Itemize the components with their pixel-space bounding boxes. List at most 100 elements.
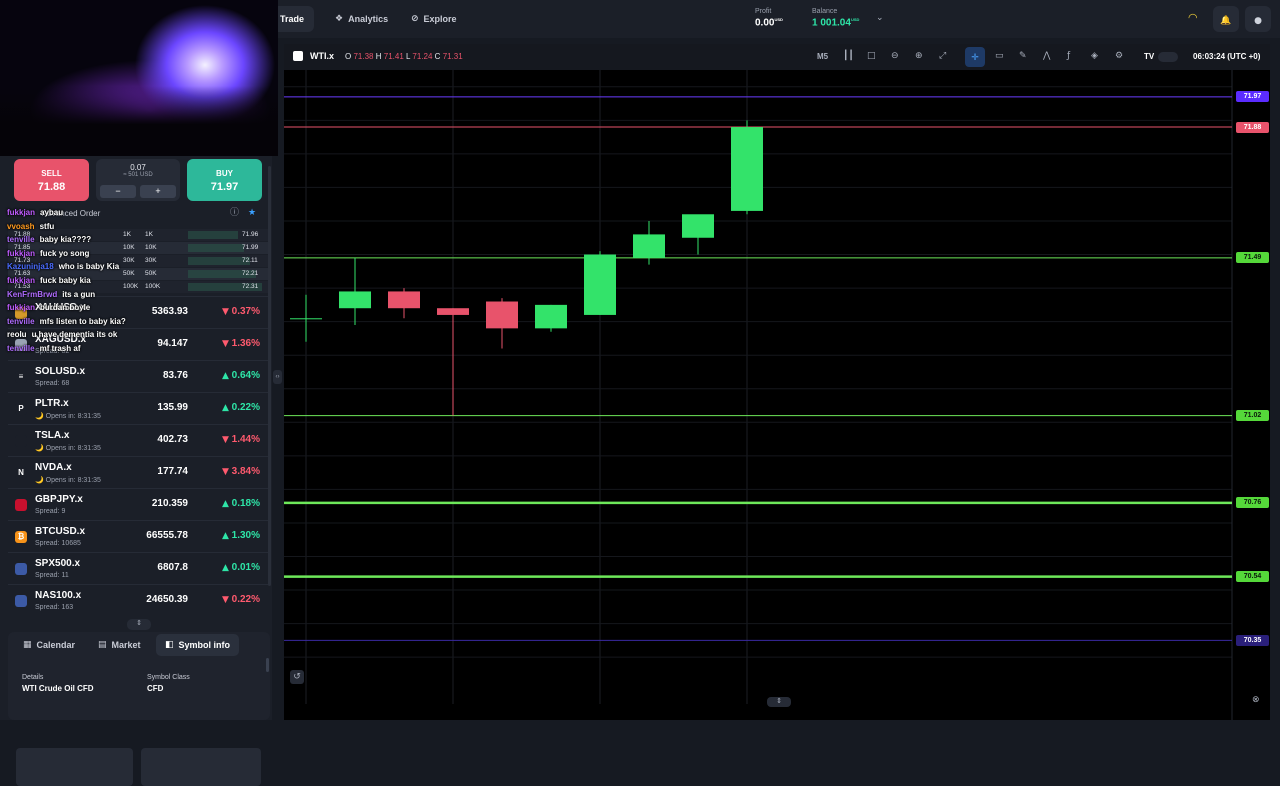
wifi-signal-icon: ◠ (1188, 11, 1198, 24)
buy-button[interactable]: BUY 71.97 (187, 159, 262, 201)
pencil-icon[interactable]: ✎ (1019, 52, 1027, 61)
chat-message: fukkjan fuck yo song (7, 249, 89, 258)
favorite-star-icon[interactable]: ★ (248, 209, 256, 218)
us-flag-icon (15, 563, 27, 575)
lot-size-field[interactable]: 0.07 ≈ 501 USD − + (96, 159, 180, 201)
lot-increase-button[interactable]: + (140, 185, 176, 198)
watchlist-row[interactable]: TSLA.x 🌙 Opens in: 8:31:35 402.73 ▼ 1.44% (8, 424, 268, 456)
chat-username: fukkjan (7, 303, 36, 313)
lot-decrease-button[interactable]: − (100, 185, 136, 198)
panel-resize-handle[interactable]: ‹› (273, 370, 282, 384)
price-tag: 70.54 (1236, 571, 1269, 583)
watchlist-change: ▼ 3.84% (221, 466, 260, 477)
watchlist-change: ▼ 1.36% (221, 338, 260, 349)
account-button[interactable]: ● (1245, 6, 1271, 32)
balance-label: Balance (812, 8, 838, 15)
watchlist-change: ▲ 0.18% (221, 498, 260, 509)
chart-symbol[interactable]: WTI.x (310, 51, 334, 61)
zoom-in-icon[interactable]: ⊕ (915, 52, 923, 61)
reset-chart-button[interactable]: ↺ (290, 670, 304, 684)
indicators-icon[interactable]: ƒ (1067, 52, 1070, 61)
candlestick-chart[interactable] (284, 44, 1270, 720)
crosshair-button[interactable]: ✛ (965, 47, 985, 67)
chat-username: reolu (7, 330, 27, 340)
chat-text: baby kia???? (39, 235, 92, 245)
explore-icon: ⊘ (411, 13, 419, 24)
watchlist-symbol: SOLUSD.x (35, 366, 86, 377)
chat-text: mfs listen to baby kia? (39, 316, 126, 326)
watchlist-scrollbar[interactable] (268, 166, 271, 586)
webcam-overlay (0, 0, 278, 156)
watchlist-row[interactable]: ₿ BTCUSD.x Spread: 10685 66555.78 ▲ 1.30% (8, 520, 268, 552)
arrow-down-icon: ▼ (221, 339, 229, 349)
price-tag: 71.49 (1236, 252, 1269, 264)
crosshair-icon: ✛ (971, 53, 979, 63)
user-icon: ● (1254, 16, 1262, 26)
chart-scroll-handle[interactable]: ⇕ (767, 697, 791, 707)
tab-market-label: Market (111, 640, 141, 650)
chat-message: fukkjan aybau (7, 208, 63, 217)
notifications-button[interactable]: 🔔 (1213, 6, 1239, 32)
nav-explore[interactable]: ⊘ Explore (401, 6, 467, 32)
tradingview-logo: TV (1144, 52, 1155, 61)
watchlist-change: ▼ 0.22% (221, 594, 260, 605)
theme-toggle[interactable] (1158, 52, 1178, 62)
watchlist-row[interactable]: ≡ SOLUSD.x Spread: 68 83.76 ▲ 0.64% (8, 360, 268, 392)
watchlist-change: ▼ 1.44% (221, 434, 260, 445)
chart-settings-icon[interactable]: ⊗ (1252, 694, 1260, 705)
calendar-icon: ▦ (23, 639, 32, 650)
tab-symbol-info[interactable]: ◧ Symbol info (156, 634, 240, 656)
chart-area[interactable] (284, 44, 1270, 720)
lot-usd-value: ≈ 501 USD (123, 172, 153, 178)
rectangle-icon[interactable]: □ (867, 52, 876, 61)
watchlist-row[interactable]: SPX500.x Spread: 11 6807.8 ▲ 0.01% (8, 552, 268, 584)
chart-clock: 06:03:24 (UTC +0) (1193, 52, 1261, 61)
chat-message: tenville baby kia???? (7, 235, 91, 244)
chat-text: fuck baby kia (40, 276, 91, 285)
candle-body (437, 308, 469, 315)
candles-icon[interactable]: ┃┃ (843, 52, 854, 61)
bitcoin-icon: ₿ (15, 531, 27, 543)
palantir-icon: P (15, 403, 27, 415)
ohlc-readout: O 71.38 H 71.41 L 71.24 C 71.31 (345, 52, 463, 61)
watchlist-subtitle: 🌙 Opens in: 8:31:35 (35, 413, 101, 420)
analytics-icon: ❖ (335, 13, 344, 24)
pattern-icon[interactable]: ⋀ (1043, 52, 1050, 61)
buy-label: BUY (216, 169, 233, 178)
info-icon[interactable]: ⓘ (230, 209, 239, 218)
timeframe-selector[interactable]: M5 (817, 52, 828, 61)
layers-icon[interactable]: ◈ (1091, 52, 1098, 61)
price-tag: 70.76 (1236, 497, 1269, 509)
arrow-up-icon: ▲ (221, 499, 229, 509)
zoom-out-icon[interactable]: ⊖ (891, 52, 899, 61)
sell-label: SELL (41, 169, 62, 178)
watchlist-row[interactable]: GBPJPY.x Spread: 9 210.359 ▲ 0.18% (8, 488, 268, 520)
fit-screen-icon[interactable]: ⤢ (939, 52, 946, 61)
tab-market[interactable]: ▤ Market (89, 634, 150, 656)
info-scrollbar[interactable] (266, 658, 269, 672)
chat-message: fukkjan fuck baby kia (7, 276, 91, 285)
collapse-watchlist-button[interactable]: ⇕ (127, 619, 151, 630)
sell-button[interactable]: SELL 71.88 (14, 159, 89, 201)
candle-body (584, 254, 616, 315)
balance-dropdown-icon[interactable]: ⌄ (876, 14, 884, 23)
horizontal-line-icon[interactable]: ▭ (995, 52, 1004, 61)
candle-body (682, 214, 714, 238)
settings-gear-icon[interactable]: ⚙ (1115, 52, 1123, 61)
details-label: Details (22, 674, 44, 681)
tab-calendar[interactable]: ▦ Calendar (14, 634, 84, 656)
details-card (16, 748, 133, 786)
watchlist-row[interactable]: P PLTR.x 🌙 Opens in: 8:31:35 135.99 ▲ 0.22% (8, 392, 268, 424)
watchlist-symbol: TSLA.x (35, 430, 70, 441)
nav-analytics[interactable]: ❖ Analytics (325, 6, 398, 32)
symbol-class-label: Symbol Class (147, 674, 190, 681)
price-tag: 71.97 (1236, 91, 1269, 103)
watchlist-row[interactable]: NAS100.x Spread: 163 24650.39 ▼ 0.22% (8, 584, 268, 616)
watchlist-row[interactable]: N NVDA.x 🌙 Opens in: 8:31:35 177.74 ▼ 3.84% (8, 456, 268, 488)
candle-body (388, 291, 420, 309)
arrow-up-icon: ▲ (221, 563, 229, 573)
nvidia-icon: N (15, 467, 27, 479)
watchlist-subtitle: Spread: 68 (35, 380, 70, 387)
watchlist-price: 6807.8 (157, 562, 188, 573)
chat-username: tenville (7, 316, 35, 326)
